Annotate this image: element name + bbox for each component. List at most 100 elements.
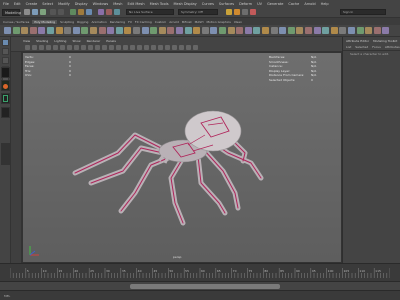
attr-menu-list[interactable]: List bbox=[346, 45, 351, 49]
shelf-disc-icon[interactable] bbox=[55, 27, 63, 34]
shelf-super-shape-icon[interactable] bbox=[124, 27, 132, 34]
select-object-icon[interactable] bbox=[78, 9, 84, 15]
shelf-bevel-icon[interactable] bbox=[210, 27, 218, 34]
shelf-tab-curves-surfaces[interactable]: Curves / Surfaces bbox=[3, 20, 29, 24]
attr-menu-attributes[interactable]: Attributes bbox=[385, 45, 400, 49]
shelf-extrude-icon[interactable] bbox=[193, 27, 201, 34]
xray-joints-icon[interactable] bbox=[179, 45, 184, 50]
shelf-unfold-icon[interactable] bbox=[356, 27, 364, 34]
attr-menu-focus[interactable]: Focus bbox=[372, 45, 381, 49]
shelf-combine-icon[interactable] bbox=[141, 27, 149, 34]
shelf-helix-icon[interactable] bbox=[98, 27, 106, 34]
shelf-separate-icon[interactable] bbox=[150, 27, 158, 34]
panel-menu-show[interactable]: Show bbox=[72, 39, 80, 43]
shelf-tab-xgen[interactable]: XGen bbox=[234, 20, 242, 24]
field-chart-icon[interactable] bbox=[74, 45, 79, 50]
shelf-flip-icon[interactable] bbox=[296, 27, 304, 34]
shadows-icon[interactable] bbox=[130, 45, 135, 50]
sign-in-dropdown[interactable]: Sign In bbox=[340, 9, 386, 15]
grid-icon[interactable] bbox=[46, 45, 51, 50]
attr-tab-1[interactable]: Modeling Toolkit bbox=[373, 39, 397, 43]
select-component-icon[interactable] bbox=[86, 9, 92, 15]
menu-display[interactable]: Display bbox=[75, 2, 88, 6]
menu-edit-mesh[interactable]: Edit Mesh bbox=[127, 2, 144, 6]
symmetry-dropdown[interactable]: Symmetry: Off bbox=[178, 9, 218, 15]
shelf-plane-icon[interactable] bbox=[47, 27, 54, 34]
shelf-poke-icon[interactable] bbox=[330, 27, 338, 34]
shelf-tab-sculpting[interactable]: Sculpting bbox=[60, 20, 74, 24]
shelf-pyramid-icon[interactable] bbox=[72, 27, 80, 34]
viewport-persp[interactable]: Verts: 0 Edges: 0 Faces: 0 Tris: 0 UVs: 0 Backfac… bbox=[22, 52, 342, 263]
ambient-occlusion-icon[interactable] bbox=[137, 45, 142, 50]
shelf-torus-icon[interactable] bbox=[38, 27, 46, 34]
save-scene-icon[interactable] bbox=[40, 9, 46, 15]
menu-generate[interactable]: Generate bbox=[267, 2, 283, 6]
motion-blur-icon[interactable] bbox=[144, 45, 149, 50]
shelf-bridge-icon[interactable] bbox=[201, 27, 209, 34]
layout-single-icon[interactable] bbox=[1, 67, 10, 78]
new-scene-icon[interactable] bbox=[24, 9, 30, 15]
spider-model[interactable] bbox=[23, 53, 342, 263]
isolate-icon[interactable] bbox=[165, 45, 170, 50]
shelf-cylinder-icon[interactable] bbox=[21, 27, 29, 34]
select-hierarchy-icon[interactable] bbox=[70, 9, 76, 15]
wireframe-icon[interactable] bbox=[95, 45, 100, 50]
shelf-planar-uv-icon[interactable] bbox=[339, 27, 347, 34]
color-management-icon[interactable] bbox=[193, 45, 198, 50]
menu-select[interactable]: Select bbox=[42, 2, 53, 6]
panel-menu-view[interactable]: View bbox=[23, 39, 30, 43]
shelf-tab-poly-modeling[interactable]: Poly Modeling bbox=[32, 19, 58, 24]
shelf-tab-rendering[interactable]: Rendering bbox=[110, 20, 125, 24]
menu-deform[interactable]: Deform bbox=[239, 2, 252, 6]
shelf-insert-loop-icon[interactable] bbox=[270, 27, 278, 34]
undo-icon[interactable] bbox=[50, 9, 56, 15]
xray-components-icon[interactable] bbox=[186, 45, 191, 50]
shelf-fill-hole-icon[interactable] bbox=[219, 27, 226, 34]
attr-menu-selected[interactable]: Selected bbox=[355, 45, 368, 49]
menu-mesh-tools[interactable]: Mesh Tools bbox=[150, 2, 169, 6]
shelf-split-icon[interactable] bbox=[313, 27, 321, 34]
panel-menu-renderer[interactable]: Renderer bbox=[87, 39, 101, 43]
hypershade-icon[interactable] bbox=[250, 9, 256, 15]
shelf-append-icon[interactable] bbox=[227, 27, 235, 34]
time-slider[interactable]: 5 10 15 20 25 30 35 40 45 50 55 60 65 70 75 80 85 90 95 100… bbox=[0, 263, 400, 281]
shelf-smooth-icon[interactable] bbox=[158, 27, 166, 34]
shelf-cone-icon[interactable] bbox=[29, 27, 37, 34]
shelf-tab-fx-caching[interactable]: FX Caching bbox=[135, 20, 152, 24]
ipr-render-icon[interactable] bbox=[234, 9, 240, 15]
resolution-gate-icon[interactable] bbox=[60, 45, 65, 50]
shelf-tab-bifrost[interactable]: Bifrost bbox=[182, 20, 192, 24]
shelf-tab-custom[interactable]: Custom bbox=[155, 20, 167, 24]
layout-stack-icon[interactable] bbox=[1, 143, 10, 165]
menu-mesh[interactable]: Mesh bbox=[113, 2, 122, 6]
lights-icon[interactable] bbox=[123, 45, 128, 50]
bookmark-icon[interactable] bbox=[32, 45, 37, 50]
shelf-cut-icon[interactable] bbox=[382, 27, 390, 34]
camera-icon[interactable] bbox=[25, 45, 30, 50]
lasso-tool-icon[interactable] bbox=[2, 48, 9, 55]
layout-four-icon[interactable] bbox=[1, 80, 10, 91]
shelf-auto-uv-icon[interactable] bbox=[348, 27, 355, 34]
smooth-shade-icon[interactable] bbox=[102, 45, 107, 50]
shelf-sphere-icon[interactable] bbox=[4, 27, 11, 34]
menu-mesh-display[interactable]: Mesh Display bbox=[174, 2, 197, 6]
shelf-tab-animation[interactable]: Animation bbox=[91, 20, 106, 24]
command-line[interactable]: MEL bbox=[0, 290, 400, 300]
panel-menu-panels[interactable]: Panels bbox=[106, 39, 116, 43]
paint-select-tool-icon[interactable] bbox=[2, 57, 9, 64]
shelf-target-weld-icon[interactable] bbox=[244, 27, 252, 34]
open-scene-icon[interactable] bbox=[32, 9, 38, 15]
shelf-tab-fx[interactable]: FX bbox=[128, 20, 132, 24]
live-surface-field[interactable]: No Live Surface bbox=[126, 9, 174, 15]
safe-title-icon[interactable] bbox=[88, 45, 93, 50]
shelf-mirror-icon[interactable] bbox=[176, 27, 183, 34]
menu-arnold[interactable]: Arnold bbox=[304, 2, 315, 6]
shelf-layout-icon[interactable] bbox=[365, 27, 373, 34]
shelf-gear-icon[interactable] bbox=[107, 27, 115, 34]
film-gate-icon[interactable] bbox=[53, 45, 58, 50]
render-settings-icon[interactable] bbox=[242, 9, 248, 15]
xray-icon[interactable] bbox=[172, 45, 177, 50]
snap-curve-icon[interactable] bbox=[106, 9, 112, 15]
shelf-offset-loop-icon[interactable] bbox=[279, 27, 287, 34]
gate-mask-icon[interactable] bbox=[67, 45, 72, 50]
